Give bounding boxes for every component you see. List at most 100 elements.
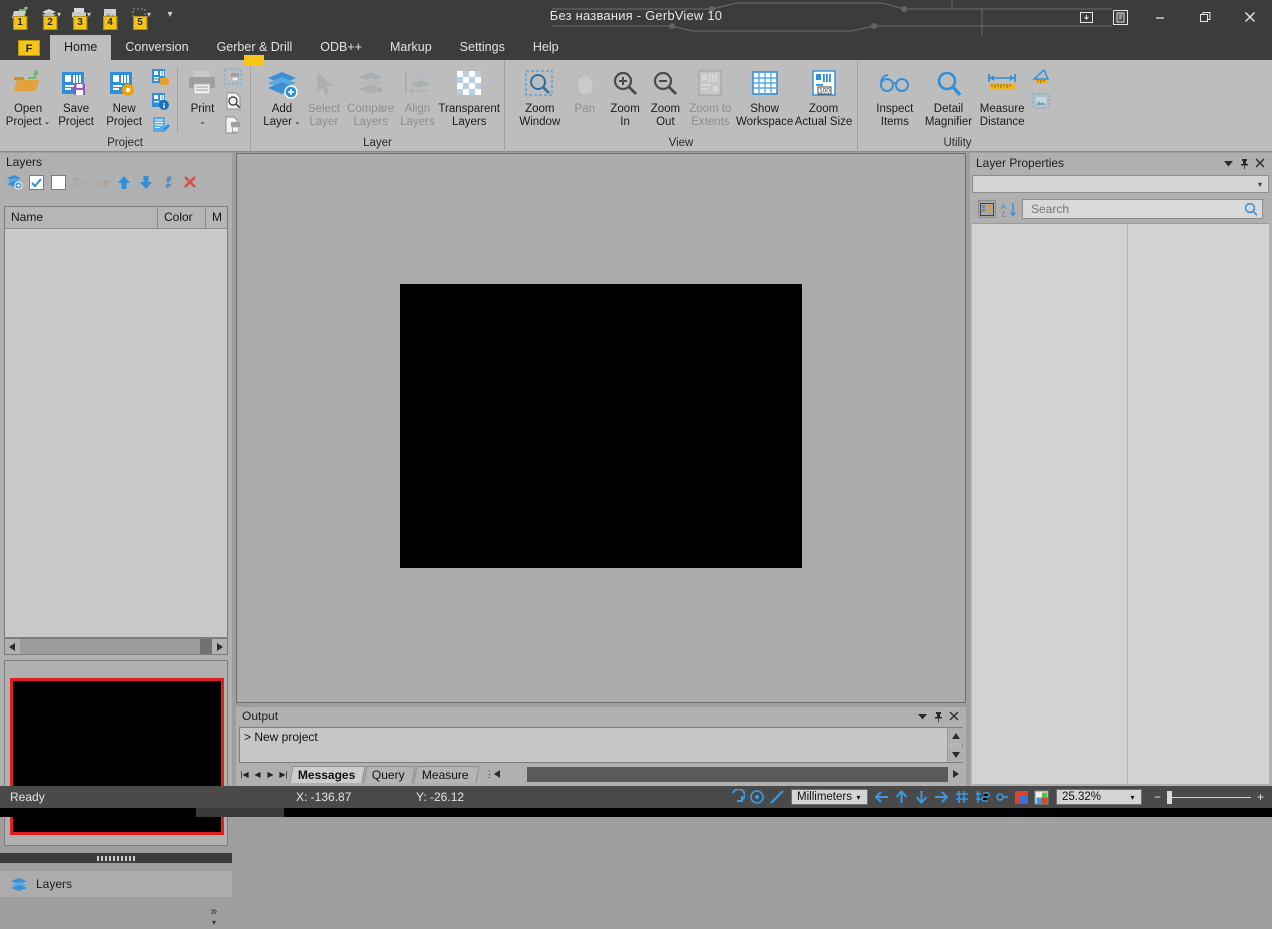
- tab-markup[interactable]: Markup: [376, 35, 446, 60]
- search-icon[interactable]: [1244, 202, 1258, 216]
- print-to-file-button[interactable]: [222, 114, 246, 136]
- output-scroll-down-button[interactable]: [948, 747, 963, 762]
- chevron-down-icon[interactable]: ⌄: [44, 116, 51, 129]
- output-first-tab-button[interactable]: |◀: [239, 767, 250, 781]
- dock-tab-layers[interactable]: Layers: [0, 871, 232, 897]
- pan-left-button[interactable]: [872, 787, 892, 807]
- chevron-down-icon[interactable]: ▾: [852, 793, 865, 802]
- pan-button[interactable]: Pan: [565, 63, 605, 133]
- layers-group-button[interactable]: [71, 173, 89, 191]
- layers-scroll-thumb[interactable]: [200, 639, 212, 654]
- dock-overflow-button[interactable]: » ▾: [204, 905, 224, 929]
- print-caret[interactable]: ⌄: [199, 116, 206, 129]
- zoom-to-extents-button[interactable]: Zoom to Extents: [686, 63, 736, 133]
- zoom-out-button[interactable]: −: [1154, 790, 1161, 804]
- layers-horizontal-scrollbar[interactable]: [4, 638, 228, 655]
- project-notes-button[interactable]: [148, 114, 172, 136]
- output-close-button[interactable]: [946, 708, 962, 724]
- save-project-button[interactable]: Save Project: [52, 63, 100, 133]
- layer-properties-menu-button[interactable]: [1220, 155, 1236, 171]
- output-hscroll-left-button[interactable]: [489, 766, 505, 782]
- output-hscroll-right-button[interactable]: [948, 766, 963, 782]
- layers-move-down-button[interactable]: [137, 173, 155, 191]
- layers-list[interactable]: Name Color M: [4, 206, 228, 638]
- zoom-window-button[interactable]: Zoom Window: [515, 63, 565, 133]
- output-pin-button[interactable]: [930, 708, 946, 724]
- chevron-down-icon[interactable]: ⌄: [294, 116, 301, 129]
- taskbar-item[interactable]: [196, 808, 284, 817]
- drawing-canvas[interactable]: [236, 153, 966, 703]
- circle-mode-button[interactable]: [747, 787, 767, 807]
- grid-toggle-button[interactable]: [952, 787, 972, 807]
- line-mode-button[interactable]: [767, 787, 787, 807]
- open-project-button[interactable]: Open Project ⌄: [4, 63, 52, 133]
- output-message-area[interactable]: > New project: [239, 727, 963, 763]
- align-layers-button[interactable]: Align Layers: [396, 63, 438, 133]
- inspect-items-button[interactable]: Inspect Items: [868, 63, 922, 133]
- layers-add-layer-button[interactable]: [5, 173, 23, 191]
- layers-scroll-track[interactable]: [20, 639, 212, 654]
- layers-hide-all-button[interactable]: [49, 173, 67, 191]
- close-button[interactable]: [1227, 0, 1272, 34]
- pan-down-button[interactable]: [912, 787, 932, 807]
- file-menu-keytip[interactable]: F: [18, 40, 40, 56]
- add-layer-button[interactable]: Add Layer ⌄: [261, 63, 303, 133]
- zoom-in-button[interactable]: +: [1257, 790, 1264, 804]
- layer-properties-search-box[interactable]: [1022, 199, 1263, 219]
- layers-ungroup-button[interactable]: [93, 173, 111, 191]
- pan-right-button[interactable]: [932, 787, 952, 807]
- output-vertical-scrollbar[interactable]: [947, 728, 963, 762]
- tab-conversion[interactable]: Conversion: [111, 35, 202, 60]
- output-hscroll-thumb[interactable]: [504, 766, 527, 782]
- units-combobox[interactable]: Millimeters ▾: [791, 789, 868, 805]
- zoom-actual-size-button[interactable]: 100 Zoom Actual Size: [794, 63, 853, 133]
- scroll-right-button[interactable]: [212, 639, 227, 654]
- restore-button[interactable]: [1182, 0, 1227, 34]
- compare-layers-button[interactable]: Compare Layers: [345, 63, 397, 133]
- layer-properties-pin-button[interactable]: [1236, 155, 1252, 171]
- project-info-button[interactable]: [148, 90, 172, 112]
- alphabetical-sort-button[interactable]: A Z: [1000, 200, 1018, 218]
- dock-splitter-grip[interactable]: [0, 853, 232, 863]
- snap-point-button[interactable]: [992, 787, 1012, 807]
- layers-column-color[interactable]: Color: [157, 207, 205, 228]
- chevron-down-icon[interactable]: ▾: [1126, 793, 1139, 802]
- output-tab-messages[interactable]: Messages: [289, 765, 366, 783]
- output-last-tab-button[interactable]: ▶|: [278, 767, 289, 781]
- tab-odbpp[interactable]: ODB++: [306, 35, 376, 60]
- zoom-level-combobox[interactable]: 25.32% ▾: [1055, 789, 1142, 805]
- detail-magnifier-button[interactable]: Detail Magnifier: [922, 63, 976, 133]
- pan-up-button[interactable]: [892, 787, 912, 807]
- minimize-button[interactable]: [1137, 0, 1182, 34]
- output-tab-query[interactable]: Query: [363, 765, 416, 783]
- select-layer-button[interactable]: Select Layer: [303, 63, 345, 133]
- measure-distance-button[interactable]: Measure Distance: [975, 63, 1029, 133]
- tab-gerber-drill[interactable]: Gerber & Drill: [203, 35, 307, 66]
- zoom-out-button[interactable]: Zoom Out: [645, 63, 685, 133]
- zoom-slider-knob[interactable]: [1166, 790, 1172, 804]
- layers-delete-button[interactable]: [181, 173, 199, 191]
- overview-pane[interactable]: [4, 660, 228, 846]
- layers-move-up-button[interactable]: [115, 173, 133, 191]
- zoom-in-button[interactable]: Zoom In: [605, 63, 645, 133]
- layers-show-all-button[interactable]: [27, 173, 45, 191]
- output-tab-measure[interactable]: Measure: [413, 765, 480, 783]
- transparent-layers-button[interactable]: Transparent Layers: [438, 63, 500, 133]
- chevron-down-icon[interactable]: ▾: [1252, 180, 1268, 189]
- layer-properties-close-button[interactable]: [1252, 155, 1268, 171]
- color-swatch-button[interactable]: [1012, 787, 1032, 807]
- output-next-tab-button[interactable]: ▶: [265, 767, 276, 781]
- measure-area-button[interactable]: [1029, 90, 1053, 112]
- new-project-button[interactable]: New Project: [100, 63, 148, 133]
- output-horizontal-scrollbar[interactable]: ⋮: [485, 766, 963, 782]
- measure-angle-button[interactable]: [1029, 66, 1053, 88]
- layers-column-m[interactable]: M: [205, 207, 227, 228]
- tab-help[interactable]: Help: [519, 35, 573, 60]
- tab-settings[interactable]: Settings: [446, 35, 519, 60]
- output-prev-tab-button[interactable]: ◀: [252, 767, 263, 781]
- zoom-slider-track[interactable]: [1166, 790, 1251, 804]
- output-scroll-up-button[interactable]: [948, 728, 963, 743]
- categorized-view-button[interactable]: [978, 200, 996, 218]
- layer-properties-grid[interactable]: [972, 223, 1269, 785]
- arc-mode-button[interactable]: [727, 787, 747, 807]
